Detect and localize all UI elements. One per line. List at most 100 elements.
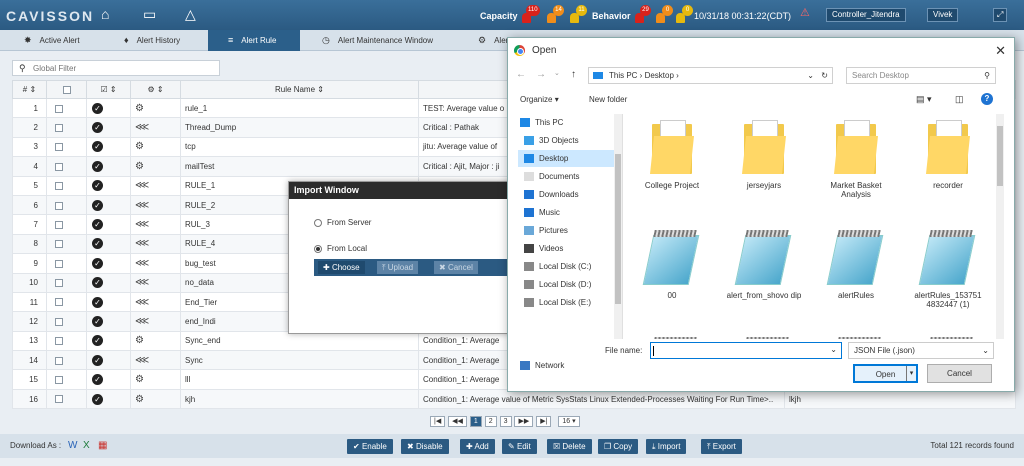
row-checkbox[interactable]: [55, 298, 63, 307]
row-checkbox[interactable]: [55, 240, 63, 249]
table-row[interactable]: 16 ✓ ⚙ kjh Condition_1: Average value of Met…: [12, 388, 1016, 410]
page-2-button[interactable]: 2: [484, 416, 497, 427]
row-checkbox[interactable]: [55, 182, 63, 191]
open-options-icon[interactable]: ▾: [906, 366, 916, 381]
nav-item[interactable]: Local Disk (C:): [518, 258, 616, 275]
col-type[interactable]: ⚙ ⇕: [130, 80, 181, 99]
from-server-radio[interactable]: [314, 219, 322, 227]
tab-alert-maintenance-window[interactable]: ◷ Alert Maintenance Window: [322, 30, 472, 51]
page-3-button[interactable]: 3: [499, 416, 512, 427]
user-menu-button[interactable]: Vivek: [927, 8, 959, 22]
row-checkbox[interactable]: [55, 317, 63, 326]
file-item[interactable]: [908, 334, 988, 339]
nav-item[interactable]: Network: [514, 357, 612, 374]
row-checkbox[interactable]: [55, 259, 63, 268]
import-button[interactable]: ⤓ Import: [646, 439, 687, 454]
address-bar[interactable]: This PC › Desktop › ⌄ ↻: [588, 67, 833, 84]
files-scrollbar[interactable]: [996, 114, 1004, 339]
rule-name-cell[interactable]: mailTest: [180, 156, 419, 177]
cancel-import-button[interactable]: ✖ Cancel: [434, 261, 478, 274]
prev-page-button[interactable]: ◀◀: [448, 416, 467, 427]
upload-button[interactable]: ⤒ Upload: [377, 261, 419, 274]
file-item[interactable]: [632, 334, 712, 339]
refresh-icon[interactable]: ↻: [821, 68, 828, 83]
expand-icon[interactable]: ⤢: [993, 8, 1008, 22]
nav-item[interactable]: Documents: [518, 168, 616, 185]
breadcrumb-this-pc[interactable]: This PC: [609, 71, 637, 80]
nav-scroll-thumb[interactable]: [615, 154, 621, 304]
choose-button[interactable]: ✚ Choose: [318, 261, 365, 274]
view-options-icon[interactable]: ▤ ▾: [916, 94, 932, 105]
alarm-icon[interactable]: ⚠: [800, 6, 810, 19]
nav-scrollbar[interactable]: [614, 114, 622, 339]
controller-button[interactable]: Controller_Jitendra: [826, 8, 906, 22]
folder-item[interactable]: College Project: [632, 120, 712, 190]
add-button[interactable]: ✚ Add: [460, 439, 495, 454]
col-select[interactable]: [46, 80, 87, 99]
row-checkbox[interactable]: [55, 395, 63, 404]
folder-item[interactable]: jerseyjars: [724, 120, 804, 190]
from-local-radio[interactable]: [314, 245, 322, 253]
address-dropdown-icon[interactable]: ⌄: [807, 68, 814, 83]
word-icon[interactable]: W: [68, 440, 77, 451]
breadcrumb-desktop[interactable]: Desktop: [645, 71, 674, 80]
folder-item[interactable]: recorder: [908, 120, 988, 190]
row-checkbox[interactable]: [55, 162, 63, 171]
tab-alert-history[interactable]: ♦ Alert History: [120, 30, 210, 51]
row-checkbox[interactable]: [55, 220, 63, 229]
nav-item[interactable]: Desktop: [518, 150, 616, 167]
nav-item[interactable]: Pictures: [518, 222, 616, 239]
nav-item[interactable]: Local Disk (E:): [518, 294, 616, 311]
monitor-icon[interactable]: ▭: [143, 6, 156, 23]
rule-name-cell[interactable]: Sync_end: [180, 330, 419, 352]
folder-item[interactable]: Market Basket Analysis: [816, 120, 896, 199]
help-icon[interactable]: ?: [981, 93, 993, 105]
rule-name-cell[interactable]: rule_1: [180, 97, 419, 119]
tab-alert-rule[interactable]: ≡ Alert Rule: [208, 30, 300, 51]
preview-pane-icon[interactable]: ◫: [955, 94, 964, 105]
close-icon[interactable]: ✕: [995, 38, 1006, 63]
first-page-button[interactable]: |◀: [430, 416, 446, 427]
disable-button[interactable]: ✖ Disable: [401, 439, 449, 454]
col-rule-name[interactable]: Rule Name ⇕: [180, 80, 419, 99]
file-item[interactable]: [816, 334, 896, 339]
file-name-input[interactable]: ⌄: [650, 342, 842, 359]
file-item[interactable]: alertRules: [816, 227, 896, 300]
nav-item[interactable]: Music: [518, 204, 616, 221]
global-filter-input[interactable]: [33, 62, 213, 74]
row-checkbox[interactable]: [55, 279, 63, 288]
nav-item[interactable]: This PC: [514, 114, 612, 131]
files-scroll-thumb[interactable]: [997, 126, 1003, 186]
row-checkbox[interactable]: [55, 201, 63, 210]
recent-chevron-icon[interactable]: ⌄: [554, 69, 560, 77]
page-size-select[interactable]: 16 ▾: [558, 416, 580, 427]
copy-button[interactable]: ❐ Copy: [598, 439, 639, 454]
rule-name-cell[interactable]: kjh: [180, 388, 419, 410]
nav-item[interactable]: Downloads: [518, 186, 616, 203]
file-item[interactable]: alertRules_153751 4832447 (1): [908, 227, 988, 309]
rule-name-cell[interactable]: Sync: [180, 350, 419, 371]
alert-bell-icon[interactable]: △: [185, 6, 196, 23]
row-checkbox[interactable]: [55, 337, 63, 346]
rule-name-cell[interactable]: lll: [180, 369, 419, 390]
row-checkbox[interactable]: [55, 123, 63, 132]
chevron-down-icon[interactable]: ⌄: [830, 345, 837, 354]
row-checkbox[interactable]: [55, 356, 63, 365]
nav-item[interactable]: Videos: [518, 240, 616, 257]
nav-item[interactable]: 3D Objects: [518, 132, 616, 149]
cancel-button[interactable]: Cancel: [927, 364, 992, 383]
enable-button[interactable]: ✔ Enable: [347, 439, 393, 454]
col-enabled[interactable]: ☑ ⇕: [86, 80, 131, 99]
home-icon[interactable]: ⌂: [101, 6, 109, 22]
row-checkbox[interactable]: [55, 143, 63, 152]
pdf-icon[interactable]: ▦: [98, 440, 107, 451]
rule-name-cell[interactable]: Thread_Dump: [180, 117, 419, 138]
tab-active-alert[interactable]: ✸ Active Alert: [20, 30, 120, 51]
select-all-checkbox[interactable]: [62, 85, 71, 94]
new-folder-button[interactable]: New folder: [589, 95, 627, 104]
rule-name-cell[interactable]: tcp: [180, 136, 419, 158]
delete-button[interactable]: ☒ Delete: [547, 439, 592, 454]
forward-arrow-icon[interactable]: →: [536, 69, 546, 80]
export-button[interactable]: ⤒ Export: [701, 439, 742, 454]
nav-item[interactable]: Local Disk (D:): [518, 276, 616, 293]
